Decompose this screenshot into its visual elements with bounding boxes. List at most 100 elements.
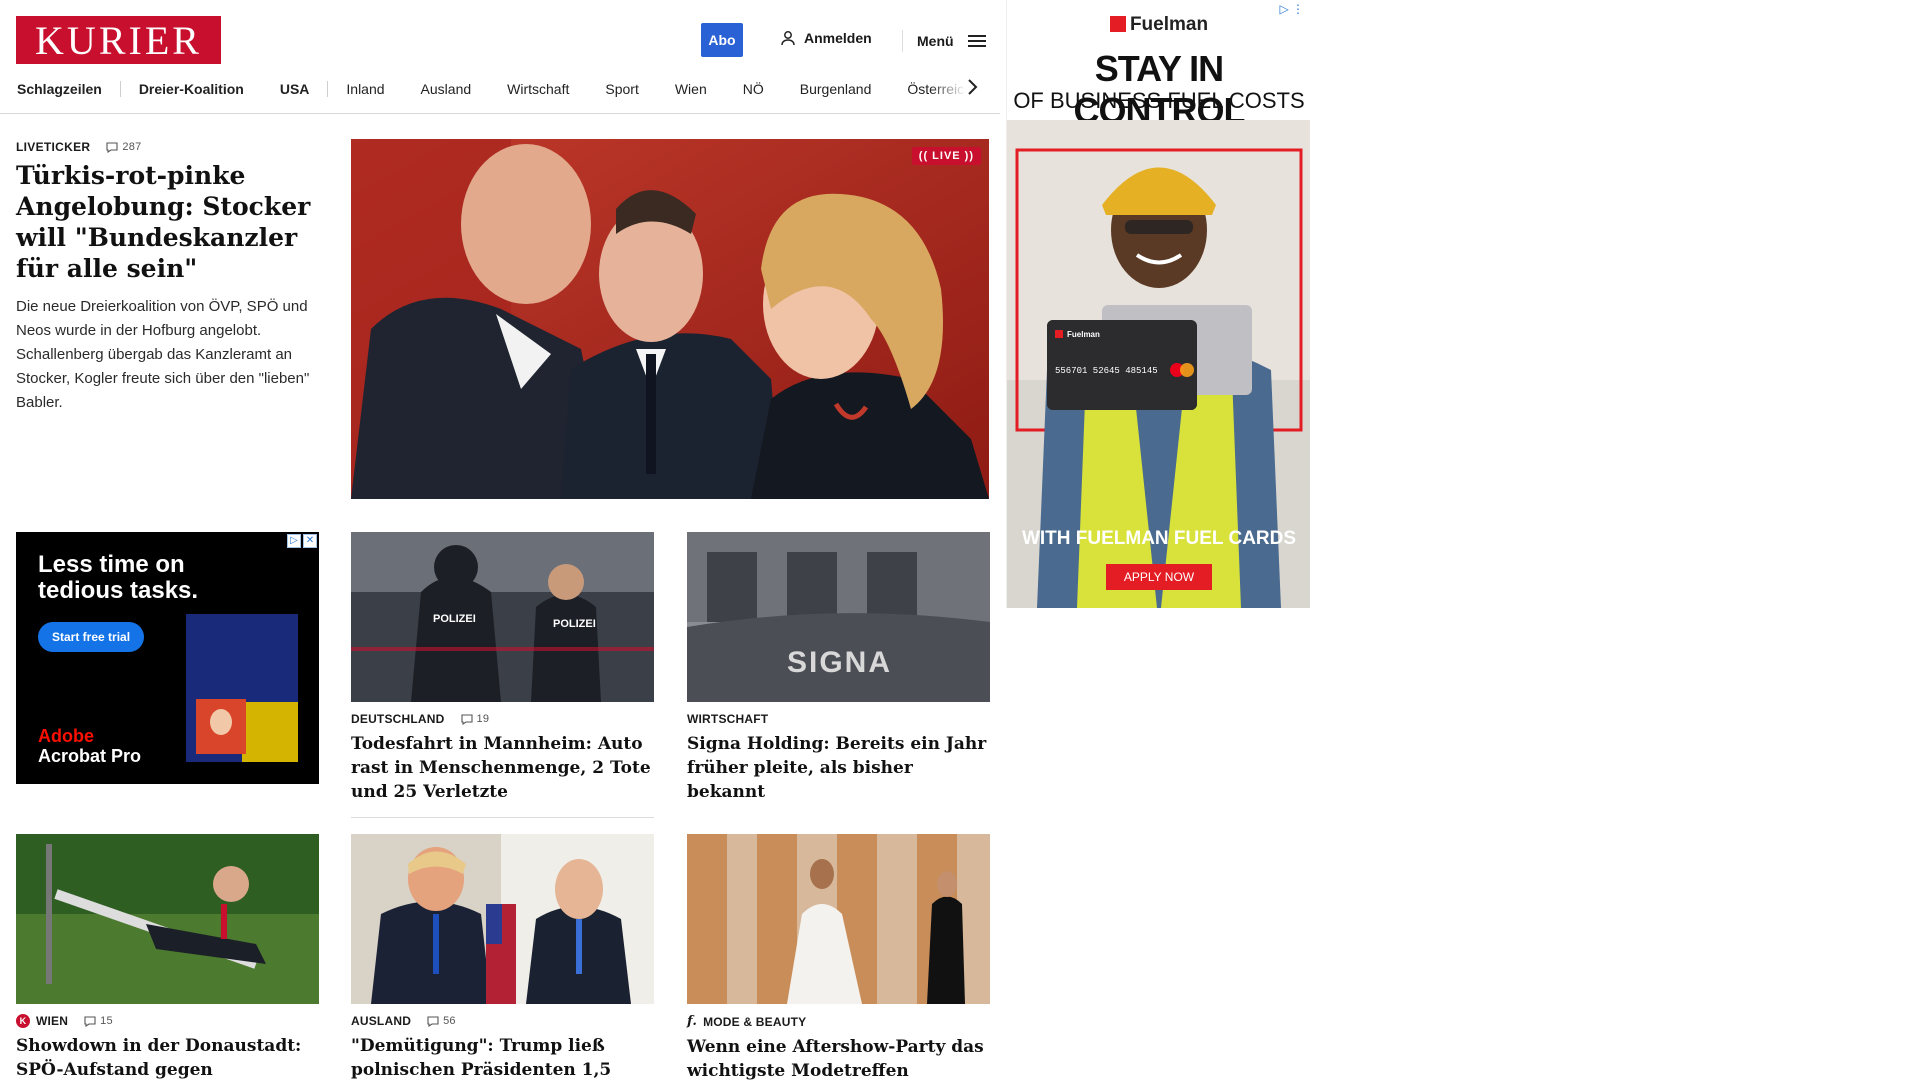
ad-headline-line-2: tedious tasks. [38,577,199,604]
police-photo: POLIZEI POLIZEI [351,532,654,702]
police-text: POLIZEI [553,618,596,630]
nav-item-burgenland[interactable]: Burgenland [800,81,890,97]
fuelman-logo-icon [1109,16,1126,32]
nav-item-ausland[interactable]: Ausland [421,81,490,97]
signa-text: SIGNA [787,646,892,679]
ad-footer: WITH FUELMAN FUEL CARDS [1021,528,1297,549]
divider [351,817,654,818]
adchoices-icon[interactable]: ▷ ⋮ [1279,2,1304,16]
comment-count: 15 [100,1015,113,1027]
lead-kicker: LIVETICKER 287 [16,140,142,154]
adobe-brand: Adobe [38,726,94,746]
nav-item-noe[interactable]: NÖ [743,81,782,97]
article-image[interactable] [687,834,990,1004]
comment-icon [427,1015,439,1027]
hamburger-icon [967,35,986,47]
freizeit-f-icon: f. [687,1014,698,1029]
article-card[interactable]: AUSLAND 56 "Demütigung": Trump ließ poln… [351,834,654,1080]
article-section[interactable]: WIRTSCHAFT [687,712,768,726]
lead-kicker-label[interactable]: LIVETICKER [16,140,90,154]
article-headline[interactable]: Showdown in der Donaustadt: SPÖ-Aufstand… [16,1034,319,1080]
nav-item-sport[interactable]: Sport [605,81,656,97]
section-nav: Schlagzeilen Dreier-Koalition USA Inland… [17,78,977,100]
article-section: WIEN [36,1014,69,1028]
ad-document-graphic [186,614,298,762]
kurier-logo[interactable]: KURIER [16,16,221,64]
lead-teaser: Die neue Dreierkoalition von ÖVP, SPÖ un… [16,298,310,411]
article-card[interactable]: SIGNA WIRTSCHAFT Signa Holding: Bereits … [687,532,990,842]
police-text: POLIZEI [433,613,476,625]
signa-building-photo: SIGNA [687,532,990,702]
comment-count: 19 [476,713,490,725]
aftershow-photo [687,834,990,1004]
adchoices-controls[interactable]: ▷ ✕ [287,534,317,548]
article-card[interactable]: f. MODE & BEAUTY Wenn eine Aftershow-Par… [687,834,990,1080]
login-label: Anmelden [804,30,872,46]
fuelman-brand: Fuelman [1007,14,1310,36]
apply-now-button[interactable]: APPLY NOW [1106,564,1212,590]
comment-icon [106,141,118,153]
fuelman-brand-text: Fuelman [1129,14,1209,35]
article-section-wrap[interactable]: f. MODE & BEAUTY [687,1014,806,1029]
article-image[interactable]: SIGNA [687,532,990,702]
article-image[interactable]: POLIZEI POLIZEI [351,532,654,702]
ad-subheadline: OF BUSINESS FUEL COSTS [1013,88,1305,113]
article-section-wrap[interactable]: K WIEN [16,1014,68,1028]
article-card[interactable]: K WIEN 15 Showdown in der Donaustadt: SP… [16,834,319,1080]
nav-item-schlagzeilen[interactable]: Schlagzeilen [17,81,121,97]
live-badge: (( LIVE )) [911,147,981,165]
nav-item-usa[interactable]: USA [280,81,329,97]
comment-icon [84,1015,96,1027]
lead-comment-count: 287 [122,141,142,153]
site-header: KURIER Abo Anmelden Menü Schlagzeilen Dr… [0,0,1000,114]
article-kicker: AUSLAND 56 [351,1014,654,1028]
menu-button[interactable]: Menü [902,30,986,52]
article-kicker: WIRTSCHAFT [687,712,990,726]
adchoices-icon[interactable]: ▷ [287,534,301,548]
article-section[interactable]: DEUTSCHLAND [351,712,445,726]
nav-item-wirtschaft[interactable]: Wirtschaft [507,81,587,97]
article-image[interactable] [351,834,654,1004]
article-card[interactable]: POLIZEI POLIZEI DEUTSCHLAND 19 Todesfahr… [351,532,654,818]
article-comments[interactable]: 56 [427,1015,456,1027]
close-icon[interactable]: ✕ [303,534,317,548]
article-headline[interactable]: Signa Holding: Bereits ein Jahr früher p… [687,732,990,804]
article-image[interactable] [16,834,319,1004]
adobe-ad[interactable]: Less time on tedious tasks. Start free t… [16,532,319,784]
lead-headline[interactable]: Türkis-rot-pinke Angelobung: Stocker wil… [16,160,326,284]
lead-image[interactable]: (( LIVE )) [351,139,989,499]
fuelman-ad[interactable]: Fuelman STAY IN CONTROL OF BUSINESS FUEL… [1006,0,1310,608]
login-button[interactable]: Anmelden [780,30,872,46]
abo-button[interactable]: Abo [701,23,743,57]
card-number: 556701 52645 485145 [1055,366,1158,376]
user-icon [781,31,795,46]
card-brand: Fuelman [1067,330,1100,339]
article-headline[interactable]: "Demütigung": Trump ließ polnischen Präs… [351,1034,654,1080]
comment-icon [460,713,473,725]
article-section: MODE & BEAUTY [703,1014,807,1029]
ad-yellow-block [242,702,298,762]
article-headline[interactable]: Todesfahrt in Mannheim: Auto rast in Men… [351,732,654,804]
article-headline[interactable]: Wenn eine Aftershow-Party das wichtigste… [687,1035,990,1080]
ad-headline: Less time on tedious tasks. [38,552,198,604]
nav-fade [930,72,990,104]
comment-count: 56 [443,1015,456,1027]
nav-item-dreier-koalition[interactable]: Dreier-Koalition [139,81,262,97]
lead-photo-illustration [351,139,989,499]
chevron-right-icon[interactable] [966,78,978,96]
article-section[interactable]: AUSLAND [351,1014,411,1028]
acrobat-brand: Acrobat Pro [38,746,142,766]
lead-comments[interactable]: 287 [106,141,141,153]
menu-label: Menü [917,33,954,49]
ad-headline-line-1: Less time on [38,551,185,578]
ad-portrait-graphic [196,699,246,754]
kurier-k-icon: K [16,1014,30,1028]
article-comments[interactable]: 15 [84,1015,113,1027]
start-trial-button[interactable]: Start free trial [38,622,145,652]
hammock-photo [16,834,319,1004]
nav-item-inland[interactable]: Inland [346,81,402,97]
article-kicker: K WIEN 15 [16,1014,319,1028]
article-kicker: DEUTSCHLAND 19 [351,712,654,726]
nav-item-wien[interactable]: Wien [675,81,725,97]
article-comments[interactable]: 19 [460,713,490,725]
